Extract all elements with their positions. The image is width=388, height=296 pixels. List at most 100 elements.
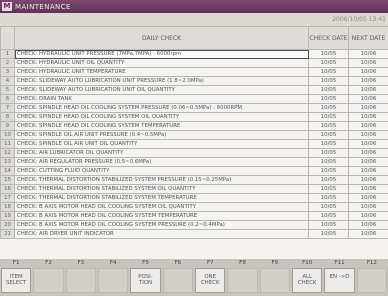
next-date: 10/06: [348, 139, 388, 149]
table-row[interactable]: 1 CHECK: HYDRAULIC UNIT PRESSURE (7MPa,7M…: [0, 49, 388, 59]
check-date: 10/05: [308, 211, 349, 221]
row-number: 7: [0, 103, 15, 113]
next-date: 10/06: [348, 67, 388, 77]
next-date: 10/06: [348, 193, 388, 203]
header-next-date: NEXT DATE: [348, 26, 388, 50]
fkey-label: F9: [271, 260, 279, 266]
row-number: 20: [0, 220, 15, 230]
table-row[interactable]: 19 CHECK: B AXIS MOTOR HEAD OIL COOLING S…: [0, 211, 388, 221]
fkey-button[interactable]: [356, 268, 387, 293]
table-row[interactable]: 13 CHECK: AIR REGULATOR PRESSURE (0.5~0.6…: [0, 157, 388, 167]
fkey-label: F1: [12, 260, 20, 266]
check-date: 10/05: [308, 175, 349, 185]
next-date: 10/06: [348, 220, 388, 230]
header-check-date: CHECK DATE: [308, 26, 349, 50]
fkey-label: F8: [239, 260, 246, 266]
fkey-button[interactable]: ITEM SELECT: [1, 268, 32, 293]
fkey-button[interactable]: [227, 268, 258, 293]
table-row[interactable]: 17 CHECK: THERMAL DISTORTION STABILIZED S…: [0, 193, 388, 203]
table-row[interactable]: 9 CHECK: SPINDLE HEAD OIL COOLING SYSTEM …: [0, 121, 388, 131]
table-row[interactable]: 16 CHECK: THERMAL DISTORTION STABILIZED S…: [0, 184, 388, 194]
table-row[interactable]: 12 CHECK: AIR LUBRICATOR OIL QUANTITY 10/0…: [0, 148, 388, 158]
check-item: CHECK: HYDRAULIC UNIT OIL QUANTITY: [14, 58, 309, 68]
table-row[interactable]: 14 CHECK: CUTTING FLUID QUANTITY 10/05 10/0…: [0, 166, 388, 176]
daily-check-table: DAILY CHECK CHECK DATE NEXT DATE 1 CHECK:…: [0, 26, 388, 259]
fkey-6: F6: [162, 259, 194, 296]
next-date: 10/06: [348, 184, 388, 194]
header-no: [0, 26, 15, 50]
fkey-8: F8: [226, 259, 258, 296]
fkey-button[interactable]: POSI- TION: [130, 268, 161, 293]
row-number: 10: [0, 130, 15, 140]
next-date: 10/06: [348, 202, 388, 212]
fkey-button[interactable]: ALL CHECK: [292, 268, 323, 293]
fkey-button[interactable]: [98, 268, 129, 293]
next-date: 10/06: [348, 121, 388, 131]
table-row[interactable]: 2 CHECK: HYDRAULIC UNIT OIL QUANTITY 10/05…: [0, 58, 388, 68]
check-date: 10/05: [308, 220, 349, 230]
check-item: CHECK: SPINDLE OIL AIR UNIT OIL QUANTITY: [14, 139, 309, 149]
table-row[interactable]: 3 CHECK: HYDRAULIC UNIT TEMPERATURE 10/05 1…: [0, 67, 388, 77]
fkey-3: F3: [65, 259, 97, 296]
check-item: CHECK: SPINDLE OIL AIR UNIT PRESSURE (0.…: [14, 130, 309, 140]
fkey-label: F4: [109, 260, 117, 266]
next-date: 10/06: [348, 49, 388, 59]
check-item: CHECK: B AXIS MOTOR HEAD OIL COOLING SYS…: [14, 220, 309, 230]
next-date: 10/06: [348, 229, 388, 239]
fkey-10: F10 ALL CHECK: [291, 259, 323, 296]
table-row[interactable]: 8 CHECK: SPINDLE HEAD OIL COOLING SYSTEM …: [0, 112, 388, 122]
table-row[interactable]: 4 CHECK: SLIDEWAY AUTO LUBRICATION UNIT P…: [0, 76, 388, 86]
window-title: MAINTENANCE: [15, 2, 71, 11]
next-date: 10/06: [348, 166, 388, 176]
fkey-button[interactable]: [162, 268, 193, 293]
check-date: 10/05: [308, 85, 349, 95]
header-daily-check: DAILY CHECK: [14, 26, 309, 50]
row-number: 6: [0, 94, 15, 104]
check-item: CHECK: AIR LUBRICATOR OIL QUANTITY: [14, 148, 309, 158]
check-item: CHECK: THERMAL DISTORTION STABILIZED SYS…: [14, 193, 309, 203]
fkey-label: F6: [174, 260, 182, 266]
table-row[interactable]: 10 CHECK: SPINDLE OIL AIR UNIT PRESSURE (…: [0, 130, 388, 140]
fkey-12: F12: [356, 259, 388, 296]
table-row[interactable]: 11 CHECK: SPINDLE OIL AIR UNIT OIL QUANTI…: [0, 139, 388, 149]
next-date: 10/06: [348, 94, 388, 104]
table-row[interactable]: 6 CHECK: DRAIN TANK 10/05 10/06: [0, 94, 388, 104]
row-number: 14: [0, 166, 15, 176]
table-row[interactable]: 15 CHECK: THERMAL DISTORTION STABILIZED S…: [0, 175, 388, 185]
fkey-label: F11: [334, 260, 345, 266]
fkey-button[interactable]: [33, 268, 64, 293]
row-number: 16: [0, 184, 15, 194]
check-item: CHECK: SPINDLE HEAD OIL COOLING SYSTEM O…: [14, 112, 309, 122]
fkey-button[interactable]: [259, 268, 290, 293]
check-item: CHECK: SPINDLE HEAD OIL COOLING SYSTEM T…: [14, 121, 309, 131]
next-date: 10/06: [348, 112, 388, 122]
table-row[interactable]: 7 CHECK: SPINDLE HEAD OIL COOLING SYSTEM …: [0, 103, 388, 113]
row-number: 12: [0, 148, 15, 158]
fkey-9: F9: [259, 259, 291, 296]
next-date: 10/06: [348, 103, 388, 113]
check-date: 10/05: [308, 166, 349, 176]
next-date: 10/06: [348, 130, 388, 140]
fkey-2: F2: [32, 259, 64, 296]
check-item: CHECK: SLIDEWAY AUTO LUBRICATION UNIT PR…: [14, 76, 309, 86]
check-date: 10/05: [308, 157, 349, 167]
table-row[interactable]: 18 CHECK: B AXIS MOTOR HEAD OIL COOLING S…: [0, 202, 388, 212]
table-row[interactable]: 5 CHECK: SLIDEWAY AUTO LUBRICATION UNIT O…: [0, 85, 388, 95]
fkey-1: F1 ITEM SELECT: [0, 259, 32, 296]
clock: 2006/10/05 13:41: [332, 16, 386, 23]
fkey-button[interactable]: [65, 268, 96, 293]
check-date: 10/05: [308, 103, 349, 113]
row-number: 3: [0, 67, 15, 77]
fkey-button[interactable]: EN ->D: [324, 268, 355, 293]
fkey-7: F7 ONE CHECK: [194, 259, 226, 296]
table-row[interactable]: 21 CHECK: AIR DRYER UNIT INDICATOR 10/05 10…: [0, 229, 388, 239]
row-number: 18: [0, 202, 15, 212]
fkey-label: F3: [77, 260, 85, 266]
check-date: 10/05: [308, 121, 349, 131]
check-date: 10/05: [308, 130, 349, 140]
table-row[interactable]: 20 CHECK: B AXIS MOTOR HEAD OIL COOLING S…: [0, 220, 388, 230]
next-date: 10/06: [348, 211, 388, 221]
row-number: 19: [0, 211, 15, 221]
fkey-button[interactable]: ONE CHECK: [195, 268, 226, 293]
check-item: CHECK: AIR REGULATOR PRESSURE (0.5~0.6MP…: [14, 157, 309, 167]
